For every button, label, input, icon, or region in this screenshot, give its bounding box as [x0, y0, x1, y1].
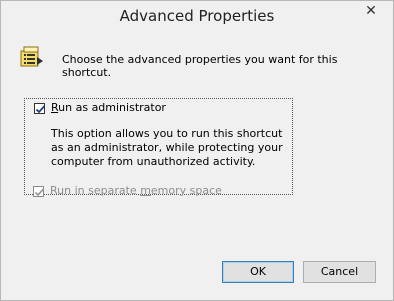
run-as-admin-label-rest: un as administrator [58, 101, 166, 114]
dialog-title: Advanced Properties [119, 7, 275, 25]
checkmark-icon [34, 188, 45, 197]
checkmark-icon [35, 105, 46, 114]
ok-button[interactable]: OK [222, 261, 294, 283]
close-icon: ✕ [365, 3, 377, 19]
header-instruction: Choose the advanced properties you want … [62, 53, 338, 79]
run-as-admin-description: This option allows you to run this short… [51, 127, 283, 168]
close-button[interactable]: ✕ [357, 2, 385, 22]
separate-memory-mnemonic: m [140, 184, 151, 197]
separate-memory-label: Run in separate memory space [50, 184, 222, 197]
separate-memory-label-rest: emory space [150, 184, 222, 197]
title-bar: Advanced Properties ✕ [1, 1, 393, 31]
separate-memory-checkbox [33, 186, 45, 197]
separate-memory-label-prefix: Run in separate [50, 184, 141, 197]
shortcut-properties-icon [19, 45, 45, 69]
dialog-content: Choose the advanced properties you want … [9, 31, 385, 293]
cancel-button[interactable]: Cancel [303, 261, 376, 283]
advanced-properties-dialog: Advanced Properties ✕ Choose the advance… [0, 0, 394, 301]
run-as-admin-label[interactable]: Run as administrator [51, 101, 166, 114]
run-as-admin-focus-group: Run as administrator This option allows … [24, 98, 293, 195]
run-as-admin-checkbox[interactable] [34, 103, 46, 114]
